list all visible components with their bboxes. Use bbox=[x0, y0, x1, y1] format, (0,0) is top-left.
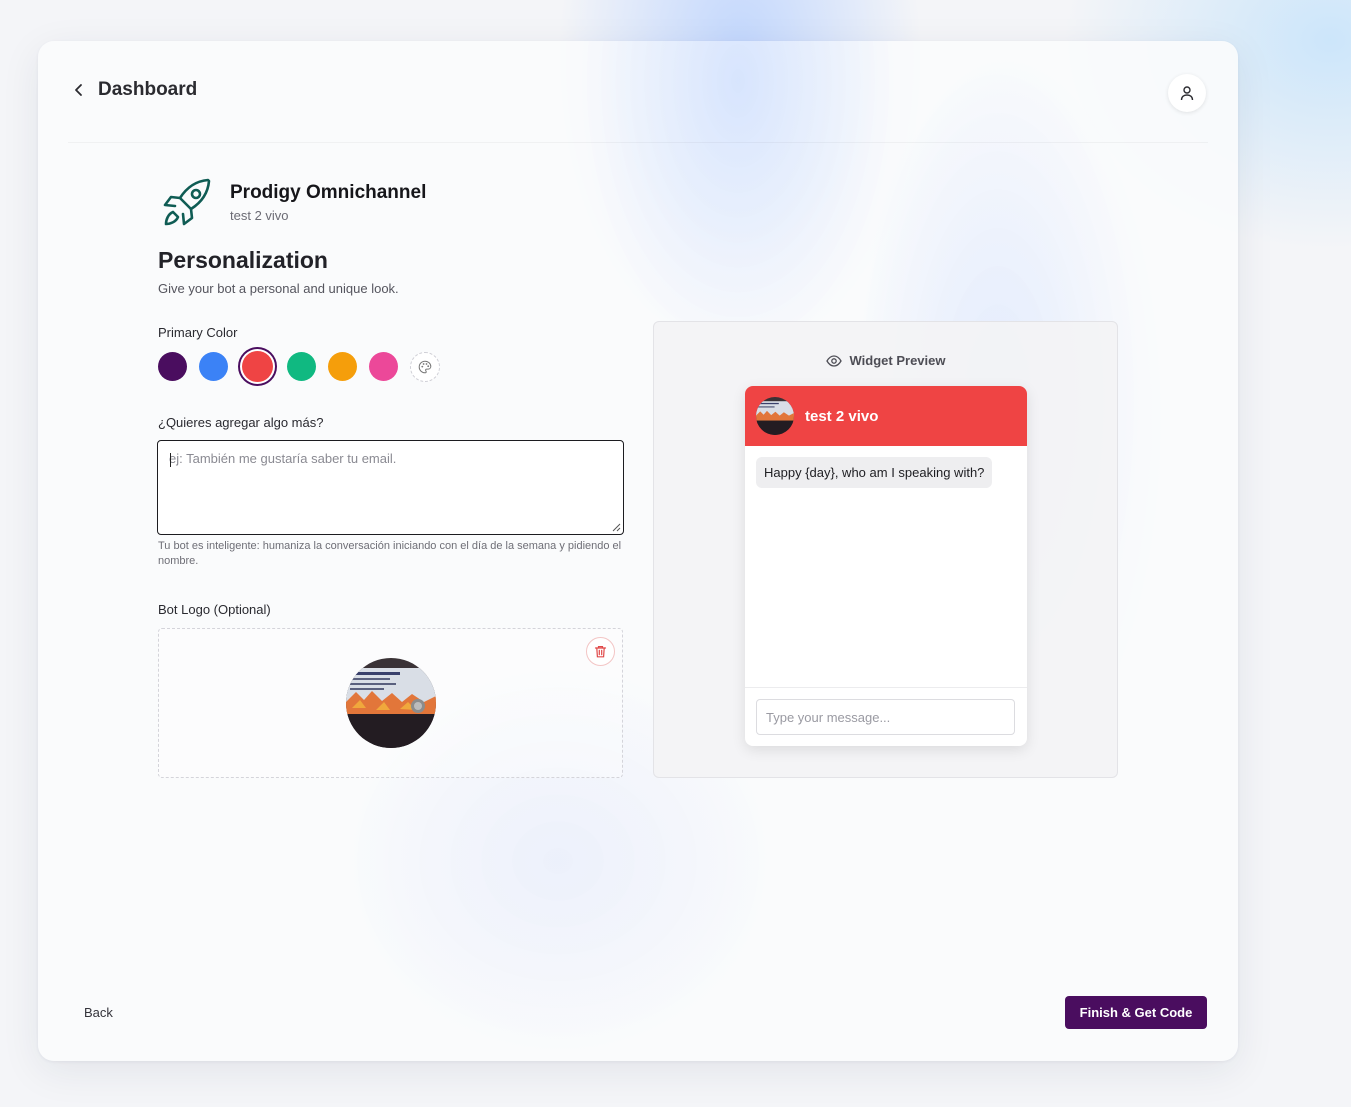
palette-icon bbox=[418, 360, 432, 373]
finish-get-code-button[interactable]: Finish & Get Code bbox=[1065, 996, 1207, 1029]
color-swatch-purple[interactable] bbox=[158, 352, 187, 381]
bot-brand: Prodigy Omnichannel test 2 vivo bbox=[160, 176, 426, 230]
color-swatch-amber[interactable] bbox=[328, 352, 357, 381]
widget-preview-panel: Widget Preview test 2 vivo Happy {day}, … bbox=[653, 321, 1118, 778]
primary-color-label: Primary Color bbox=[158, 325, 238, 340]
chat-message-input[interactable] bbox=[756, 699, 1015, 735]
widget-preview-label: Widget Preview bbox=[849, 353, 946, 368]
user-icon bbox=[1180, 86, 1194, 101]
extra-info-label: ¿Quieres agregar algo más? bbox=[158, 415, 324, 430]
chat-greeting-bubble: Happy {day}, who am I speaking with? bbox=[756, 457, 993, 488]
color-swatch-pink[interactable] bbox=[369, 352, 398, 381]
extra-info-helper: Tu bot es inteligente: humaniza la conve… bbox=[158, 540, 622, 567]
section-title: Personalization bbox=[158, 247, 328, 273]
trash-icon bbox=[594, 646, 607, 658]
bot-logo-dropzone[interactable] bbox=[158, 628, 623, 778]
bot-logo-label: Bot Logo (Optional) bbox=[158, 602, 271, 617]
delete-logo-button[interactable] bbox=[586, 637, 615, 666]
color-swatches bbox=[158, 351, 440, 382]
color-swatch-green[interactable] bbox=[287, 352, 316, 381]
color-swatch-blue[interactable] bbox=[199, 352, 228, 381]
bot-subtitle: test 2 vivo bbox=[230, 208, 289, 223]
chat-widget: test 2 vivo Happy {day}, who am I speaki… bbox=[745, 386, 1027, 746]
dashboard-back-label: Dashboard bbox=[98, 79, 198, 100]
wizard-card: Dashboard Prodigy Omnichannel test 2 viv… bbox=[38, 41, 1238, 1061]
top-bar: Dashboard bbox=[38, 41, 1238, 143]
chat-widget-footer bbox=[745, 687, 1027, 746]
chat-avatar bbox=[756, 397, 794, 435]
back-button[interactable]: Back bbox=[84, 1005, 113, 1020]
chat-bot-name: test 2 vivo bbox=[805, 407, 879, 425]
bot-name: Prodigy Omnichannel bbox=[230, 182, 427, 203]
user-menu-button[interactable] bbox=[1168, 74, 1206, 112]
text-caret bbox=[170, 453, 171, 467]
section-description: Give your bot a personal and unique look… bbox=[158, 281, 399, 296]
chat-widget-header: test 2 vivo bbox=[745, 386, 1027, 446]
color-swatch-red[interactable] bbox=[242, 351, 273, 382]
chevron-left-icon bbox=[75, 84, 82, 96]
extra-info-field bbox=[157, 440, 624, 535]
bot-logo-image bbox=[346, 658, 436, 748]
extra-info-textarea[interactable] bbox=[158, 441, 623, 534]
rocket-icon bbox=[163, 178, 211, 226]
eye-icon bbox=[825, 354, 842, 367]
dashboard-back-link[interactable]: Dashboard bbox=[72, 79, 197, 101]
resize-handle-icon[interactable] bbox=[611, 522, 621, 532]
widget-preview-title: Widget Preview bbox=[654, 353, 1117, 368]
custom-color-button[interactable] bbox=[410, 351, 440, 382]
header-divider bbox=[68, 142, 1208, 143]
